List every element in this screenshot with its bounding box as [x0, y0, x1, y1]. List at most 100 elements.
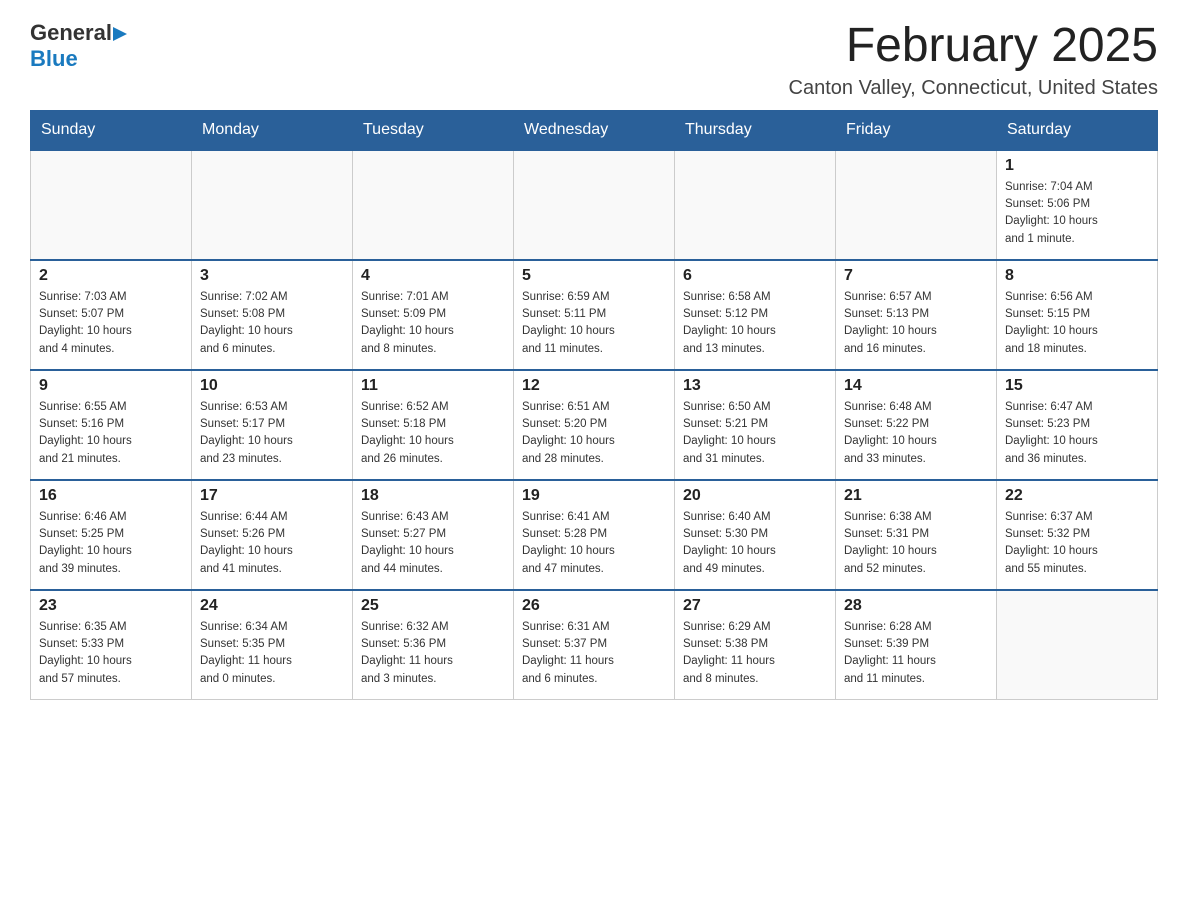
calendar-cell: 3 Sunrise: 7:02 AMSunset: 5:08 PMDaylight… — [192, 260, 353, 370]
day-number: 22 — [1005, 487, 1149, 505]
logo-arrow-icon — [113, 23, 135, 45]
month-title: February 2025 — [789, 20, 1158, 73]
day-info: Sunrise: 6:31 AMSunset: 5:37 PMDaylight:… — [522, 619, 666, 688]
header-sunday: Sunday — [31, 110, 192, 150]
logo-general-text: General — [30, 20, 112, 46]
calendar-week-0: 1 Sunrise: 7:04 AMSunset: 5:06 PMDaylight… — [31, 150, 1158, 260]
header-thursday: Thursday — [675, 110, 836, 150]
day-info: Sunrise: 6:46 AMSunset: 5:25 PMDaylight:… — [39, 509, 183, 578]
calendar-cell: 2 Sunrise: 7:03 AMSunset: 5:07 PMDaylight… — [31, 260, 192, 370]
day-number: 18 — [361, 487, 505, 505]
header-saturday: Saturday — [997, 110, 1158, 150]
calendar-cell: 12 Sunrise: 6:51 AMSunset: 5:20 PMDayligh… — [514, 370, 675, 480]
calendar-cell — [192, 150, 353, 260]
day-info: Sunrise: 6:41 AMSunset: 5:28 PMDaylight:… — [522, 509, 666, 578]
calendar-cell: 6Sunrise: 6:58 AMSunset: 5:12 PMDaylight… — [675, 260, 836, 370]
calendar-cell: 13Sunrise: 6:50 AMSunset: 5:21 PMDayligh… — [675, 370, 836, 480]
header-wednesday: Wednesday — [514, 110, 675, 150]
calendar-cell: 14 Sunrise: 6:48 AMSunset: 5:22 PMDayligh… — [836, 370, 997, 480]
day-info: Sunrise: 7:04 AMSunset: 5:06 PMDaylight:… — [1005, 179, 1149, 248]
day-info: Sunrise: 7:03 AMSunset: 5:07 PMDaylight:… — [39, 289, 183, 358]
day-number: 19 — [522, 487, 666, 505]
day-info: Sunrise: 6:32 AMSunset: 5:36 PMDaylight:… — [361, 619, 505, 688]
day-info: Sunrise: 6:37 AMSunset: 5:32 PMDaylight:… — [1005, 509, 1149, 578]
day-info: Sunrise: 7:02 AMSunset: 5:08 PMDaylight:… — [200, 289, 344, 358]
calendar-week-1: 2 Sunrise: 7:03 AMSunset: 5:07 PMDaylight… — [31, 260, 1158, 370]
day-number: 16 — [39, 487, 183, 505]
day-info: Sunrise: 7:01 AMSunset: 5:09 PMDaylight:… — [361, 289, 505, 358]
day-info: Sunrise: 6:35 AMSunset: 5:33 PMDaylight:… — [39, 619, 183, 688]
header-tuesday: Tuesday — [353, 110, 514, 150]
calendar-cell: 15Sunrise: 6:47 AMSunset: 5:23 PMDayligh… — [997, 370, 1158, 480]
day-info: Sunrise: 6:53 AMSunset: 5:17 PMDaylight:… — [200, 399, 344, 468]
location-title: Canton Valley, Connecticut, United State… — [789, 77, 1158, 100]
calendar-cell — [353, 150, 514, 260]
calendar-cell: 17Sunrise: 6:44 AMSunset: 5:26 PMDayligh… — [192, 480, 353, 590]
day-number: 21 — [844, 487, 988, 505]
day-info: Sunrise: 6:43 AMSunset: 5:27 PMDaylight:… — [361, 509, 505, 578]
calendar-cell: 19 Sunrise: 6:41 AMSunset: 5:28 PMDayligh… — [514, 480, 675, 590]
day-number: 13 — [683, 377, 827, 395]
logo: General Blue — [30, 20, 135, 72]
logo-line1: General — [30, 20, 135, 46]
day-number: 28 — [844, 597, 988, 615]
logo-blue-line: Blue — [30, 46, 78, 72]
calendar-cell: 28Sunrise: 6:28 AMSunset: 5:39 PMDayligh… — [836, 590, 997, 700]
header-monday: Monday — [192, 110, 353, 150]
day-info: Sunrise: 6:38 AMSunset: 5:31 PMDaylight:… — [844, 509, 988, 578]
day-info: Sunrise: 6:44 AMSunset: 5:26 PMDaylight:… — [200, 509, 344, 578]
day-number: 10 — [200, 377, 344, 395]
calendar-cell: 5Sunrise: 6:59 AMSunset: 5:11 PMDaylight… — [514, 260, 675, 370]
day-number: 20 — [683, 487, 827, 505]
calendar-cell: 22 Sunrise: 6:37 AMSunset: 5:32 PMDayligh… — [997, 480, 1158, 590]
calendar-cell: 7Sunrise: 6:57 AMSunset: 5:13 PMDaylight… — [836, 260, 997, 370]
calendar-cell: 24Sunrise: 6:34 AMSunset: 5:35 PMDayligh… — [192, 590, 353, 700]
day-number: 8 — [1005, 267, 1149, 285]
day-number: 3 — [200, 267, 344, 285]
calendar-cell: 9 Sunrise: 6:55 AMSunset: 5:16 PMDaylight… — [31, 370, 192, 480]
day-number: 6 — [683, 267, 827, 285]
calendar-cell: 21 Sunrise: 6:38 AMSunset: 5:31 PMDayligh… — [836, 480, 997, 590]
day-number: 23 — [39, 597, 183, 615]
calendar-week-3: 16 Sunrise: 6:46 AMSunset: 5:25 PMDayligh… — [31, 480, 1158, 590]
header-area: General Blue February 2025 Canton Valley… — [30, 20, 1158, 100]
calendar-cell: 1 Sunrise: 7:04 AMSunset: 5:06 PMDaylight… — [997, 150, 1158, 260]
calendar-week-4: 23 Sunrise: 6:35 AMSunset: 5:33 PMDayligh… — [31, 590, 1158, 700]
calendar-cell — [997, 590, 1158, 700]
calendar-cell: 4 Sunrise: 7:01 AMSunset: 5:09 PMDaylight… — [353, 260, 514, 370]
day-info: Sunrise: 6:40 AMSunset: 5:30 PMDaylight:… — [683, 509, 827, 578]
calendar-cell: 10 Sunrise: 6:53 AMSunset: 5:17 PMDayligh… — [192, 370, 353, 480]
day-number: 15 — [1005, 377, 1149, 395]
day-number: 27 — [683, 597, 827, 615]
calendar-header-row: Sunday Monday Tuesday Wednesday Thursday… — [31, 110, 1158, 150]
day-number: 2 — [39, 267, 183, 285]
calendar-week-2: 9 Sunrise: 6:55 AMSunset: 5:16 PMDaylight… — [31, 370, 1158, 480]
day-number: 4 — [361, 267, 505, 285]
day-info: Sunrise: 6:56 AMSunset: 5:15 PMDaylight:… — [1005, 289, 1149, 358]
calendar-cell: 20 Sunrise: 6:40 AMSunset: 5:30 PMDayligh… — [675, 480, 836, 590]
day-number: 9 — [39, 377, 183, 395]
calendar-cell — [31, 150, 192, 260]
calendar-cell — [836, 150, 997, 260]
calendar-table: Sunday Monday Tuesday Wednesday Thursday… — [30, 110, 1158, 701]
calendar-cell: 16 Sunrise: 6:46 AMSunset: 5:25 PMDayligh… — [31, 480, 192, 590]
day-number: 14 — [844, 377, 988, 395]
calendar-cell — [514, 150, 675, 260]
day-number: 1 — [1005, 157, 1149, 175]
calendar-cell: 11Sunrise: 6:52 AMSunset: 5:18 PMDayligh… — [353, 370, 514, 480]
title-area: February 2025 Canton Valley, Connecticut… — [789, 20, 1158, 100]
day-info: Sunrise: 6:29 AMSunset: 5:38 PMDaylight:… — [683, 619, 827, 688]
header-friday: Friday — [836, 110, 997, 150]
calendar-cell — [675, 150, 836, 260]
day-info: Sunrise: 6:51 AMSunset: 5:20 PMDaylight:… — [522, 399, 666, 468]
day-info: Sunrise: 6:59 AMSunset: 5:11 PMDaylight:… — [522, 289, 666, 358]
day-number: 26 — [522, 597, 666, 615]
day-info: Sunrise: 6:34 AMSunset: 5:35 PMDaylight:… — [200, 619, 344, 688]
calendar-cell: 26 Sunrise: 6:31 AMSunset: 5:37 PMDayligh… — [514, 590, 675, 700]
day-info: Sunrise: 6:48 AMSunset: 5:22 PMDaylight:… — [844, 399, 988, 468]
day-number: 25 — [361, 597, 505, 615]
day-number: 12 — [522, 377, 666, 395]
day-info: Sunrise: 6:57 AMSunset: 5:13 PMDaylight:… — [844, 289, 988, 358]
calendar-cell: 18 Sunrise: 6:43 AMSunset: 5:27 PMDayligh… — [353, 480, 514, 590]
day-info: Sunrise: 6:55 AMSunset: 5:16 PMDaylight:… — [39, 399, 183, 468]
